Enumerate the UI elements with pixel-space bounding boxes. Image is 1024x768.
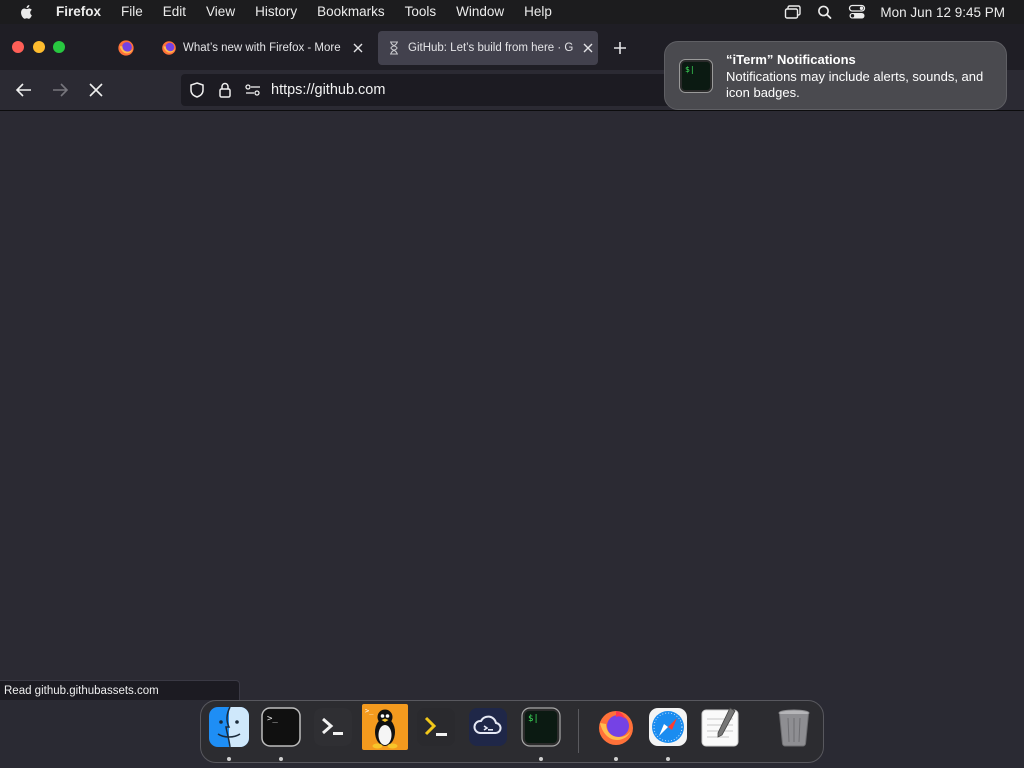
linux-terminal-icon[interactable]: >_ [362, 704, 408, 750]
notification-body: Notifications may include alerts, sounds… [726, 69, 984, 100]
close-icon[interactable] [581, 41, 595, 55]
menu-file[interactable]: File [111, 0, 153, 24]
stop-loading-icon[interactable] [86, 80, 106, 100]
menu-app-name[interactable]: Firefox [46, 0, 111, 24]
tab-title: GitHub: Let’s build from here · G [408, 42, 574, 54]
svg-text:>_: >_ [267, 714, 278, 724]
window-close-button[interactable] [12, 41, 24, 53]
menu-help[interactable]: Help [514, 0, 562, 24]
trash-icon[interactable] [773, 706, 815, 748]
firefox-icon [162, 41, 176, 55]
menu-bar: Firefox File Edit View History Bookmarks… [0, 0, 1024, 24]
firefox-icon [118, 40, 134, 56]
iterm-icon: $| [679, 59, 713, 93]
firefox-icon[interactable] [595, 706, 637, 748]
running-indicator [666, 757, 670, 761]
textedit-icon[interactable] [699, 706, 741, 748]
safari-icon[interactable] [647, 706, 689, 748]
running-indicator [227, 757, 231, 761]
page-content-area[interactable] [0, 111, 1024, 700]
svg-text:$|: $| [685, 65, 695, 74]
tab-title: What’s new with Firefox - More [183, 42, 341, 54]
screen-mirroring-icon[interactable] [784, 4, 802, 20]
menubar-extras: Mon Jun 12 9:45 PM [784, 0, 1024, 24]
iterm-icon[interactable]: $| [520, 706, 562, 748]
svg-text:$|: $| [528, 714, 539, 724]
window-minimize-button[interactable] [33, 41, 45, 53]
notification-title: “iTerm” Notifications [726, 52, 856, 67]
terminal-icon[interactable]: >_ [260, 706, 302, 748]
running-indicator [279, 757, 283, 761]
running-indicator [539, 757, 543, 761]
new-tab-plus-icon[interactable] [610, 38, 630, 58]
control-center-icon[interactable] [848, 4, 866, 20]
window-zoom-button[interactable] [53, 41, 65, 53]
lock-icon[interactable] [216, 81, 234, 99]
notification-banner[interactable]: $| “iTerm” Notifications Notifications m… [664, 41, 1007, 110]
forward-arrow-icon[interactable] [50, 80, 70, 100]
menu-window[interactable]: Window [446, 0, 514, 24]
tab-github[interactable]: GitHub: Let’s build from here · G [378, 31, 598, 65]
dock-separator [578, 709, 579, 753]
menu-bookmarks[interactable]: Bookmarks [307, 0, 395, 24]
tracking-protection-shield-icon[interactable] [188, 81, 206, 99]
close-icon[interactable] [351, 41, 365, 55]
spotlight-search-icon[interactable] [816, 4, 834, 20]
back-arrow-icon[interactable] [14, 80, 34, 100]
powershell-icon[interactable] [312, 706, 354, 748]
menu-edit[interactable]: Edit [153, 0, 196, 24]
apple-icon[interactable] [18, 3, 36, 21]
console-icon[interactable] [415, 706, 457, 748]
loading-hourglass-icon [390, 41, 398, 55]
cloud-app-icon[interactable] [467, 706, 509, 748]
menu-history[interactable]: History [245, 0, 307, 24]
running-indicator [614, 757, 618, 761]
url-text[interactable]: https://github.com [271, 81, 385, 99]
menu-tools[interactable]: Tools [395, 0, 447, 24]
tab-pinned-firefox[interactable] [105, 31, 147, 65]
status-bar: Read github.githubassets.com [0, 680, 240, 700]
finder-icon[interactable] [208, 706, 250, 748]
svg-text:>_: >_ [365, 707, 374, 715]
permissions-icon[interactable] [244, 81, 262, 99]
tab-firefox-whats-new[interactable]: What’s new with Firefox - More [153, 31, 373, 65]
menu-view[interactable]: View [196, 0, 245, 24]
menubar-clock[interactable]: Mon Jun 12 9:45 PM [880, 5, 1005, 20]
